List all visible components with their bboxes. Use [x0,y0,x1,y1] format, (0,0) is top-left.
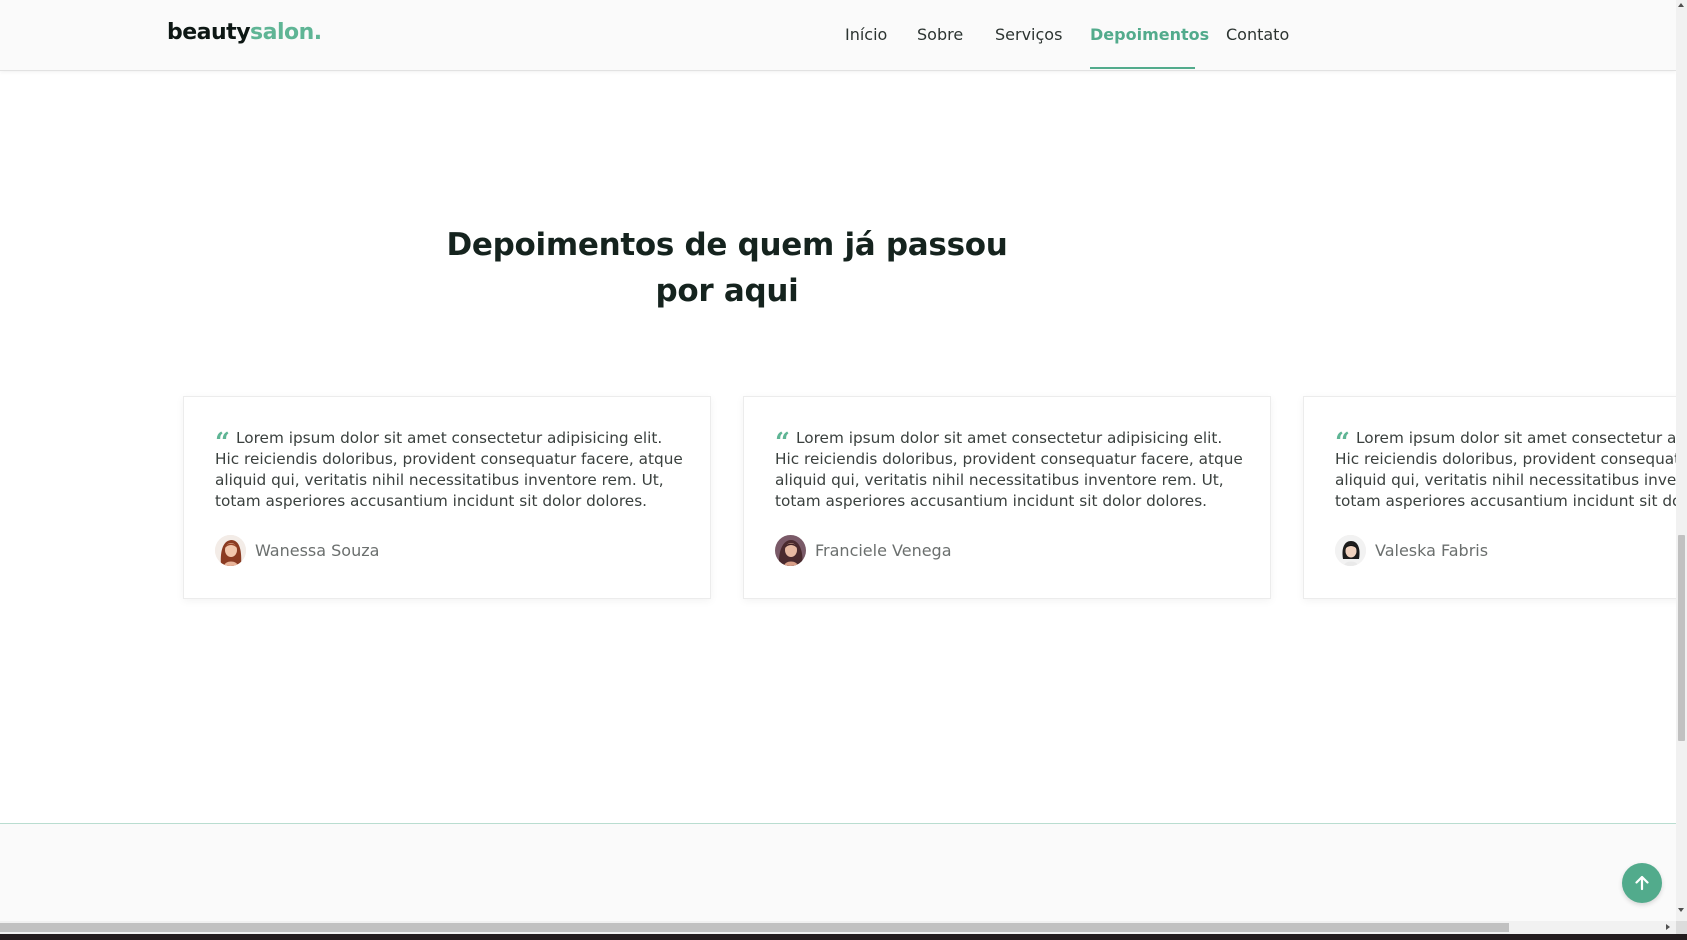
nav-link-depoimentos[interactable]: Depoimentos [1090,25,1209,44]
testimonial-text: Lorem ipsum dolor sit amet consectetur a… [1335,429,1676,510]
testimonial-author: Valeska Fabris [1335,535,1488,566]
testimonial-text: Lorem ipsum dolor sit amet consectetur a… [215,429,683,510]
testimonial-text-wrap: “Lorem ipsum dolor sit amet consectetur … [775,428,1245,512]
testimonial-text-wrap: “Lorem ipsum dolor sit amet consectetur … [215,428,685,512]
back-to-top-button[interactable] [1622,863,1662,903]
arrow-up-icon [1635,875,1649,891]
author-name: Franciele Venega [815,541,952,560]
author-name: Valeska Fabris [1375,541,1489,560]
horizontal-scrollbar-thumb[interactable] [0,923,1509,932]
testimonial-author: Franciele Venega [775,535,952,566]
vertical-scrollbar[interactable] [1676,0,1687,921]
horizontal-scrollbar[interactable] [0,921,1676,934]
nav-link-sobre[interactable]: Sobre [917,25,963,44]
active-nav-indicator [1090,67,1195,69]
nav-link-contato[interactable]: Contato [1226,25,1289,44]
quote-icon: “ [775,428,790,458]
author-name: Wanessa Souza [255,541,380,560]
testimonial-author: Wanessa Souza [215,535,379,566]
testimonial-card: “Lorem ipsum dolor sit amet consectetur … [1303,396,1676,599]
testimonial-card: “Lorem ipsum dolor sit amet consectetur … [183,396,711,599]
site-header: beautysalon. Início Sobre Serviços Depoi… [0,0,1676,71]
nav-link-inicio[interactable]: Início [845,25,887,44]
woman-avatar-icon [775,535,806,566]
testimonials-title: Depoimentos de quem já passou por aqui [446,227,1008,309]
scroll-down-arrow-icon[interactable] [1678,908,1684,912]
scroll-right-arrow-icon[interactable] [1666,924,1670,930]
footer [0,823,1676,921]
logo-text-salon: salon. [250,20,322,45]
taskbar-edge [0,934,1687,940]
scrollbar-corner [1676,921,1687,934]
testimonial-text: Lorem ipsum dolor sit amet consectetur a… [775,429,1243,510]
testimonial-card: “Lorem ipsum dolor sit amet consectetur … [743,396,1271,599]
page: beautysalon. Início Sobre Serviços Depoi… [0,0,1676,921]
logo-text-beauty: beauty [167,20,251,45]
quote-icon: “ [215,428,230,458]
logo[interactable]: beautysalon. [167,20,322,45]
scroll-up-arrow-icon[interactable] [1678,3,1684,7]
testimonial-text-wrap: “Lorem ipsum dolor sit amet consectetur … [1335,428,1676,512]
nav-link-servicos[interactable]: Serviços [995,25,1062,44]
woman-avatar-icon [215,535,246,566]
woman-avatar-icon [1335,535,1366,566]
vertical-scrollbar-thumb[interactable] [1678,535,1685,741]
quote-icon: “ [1335,428,1350,458]
